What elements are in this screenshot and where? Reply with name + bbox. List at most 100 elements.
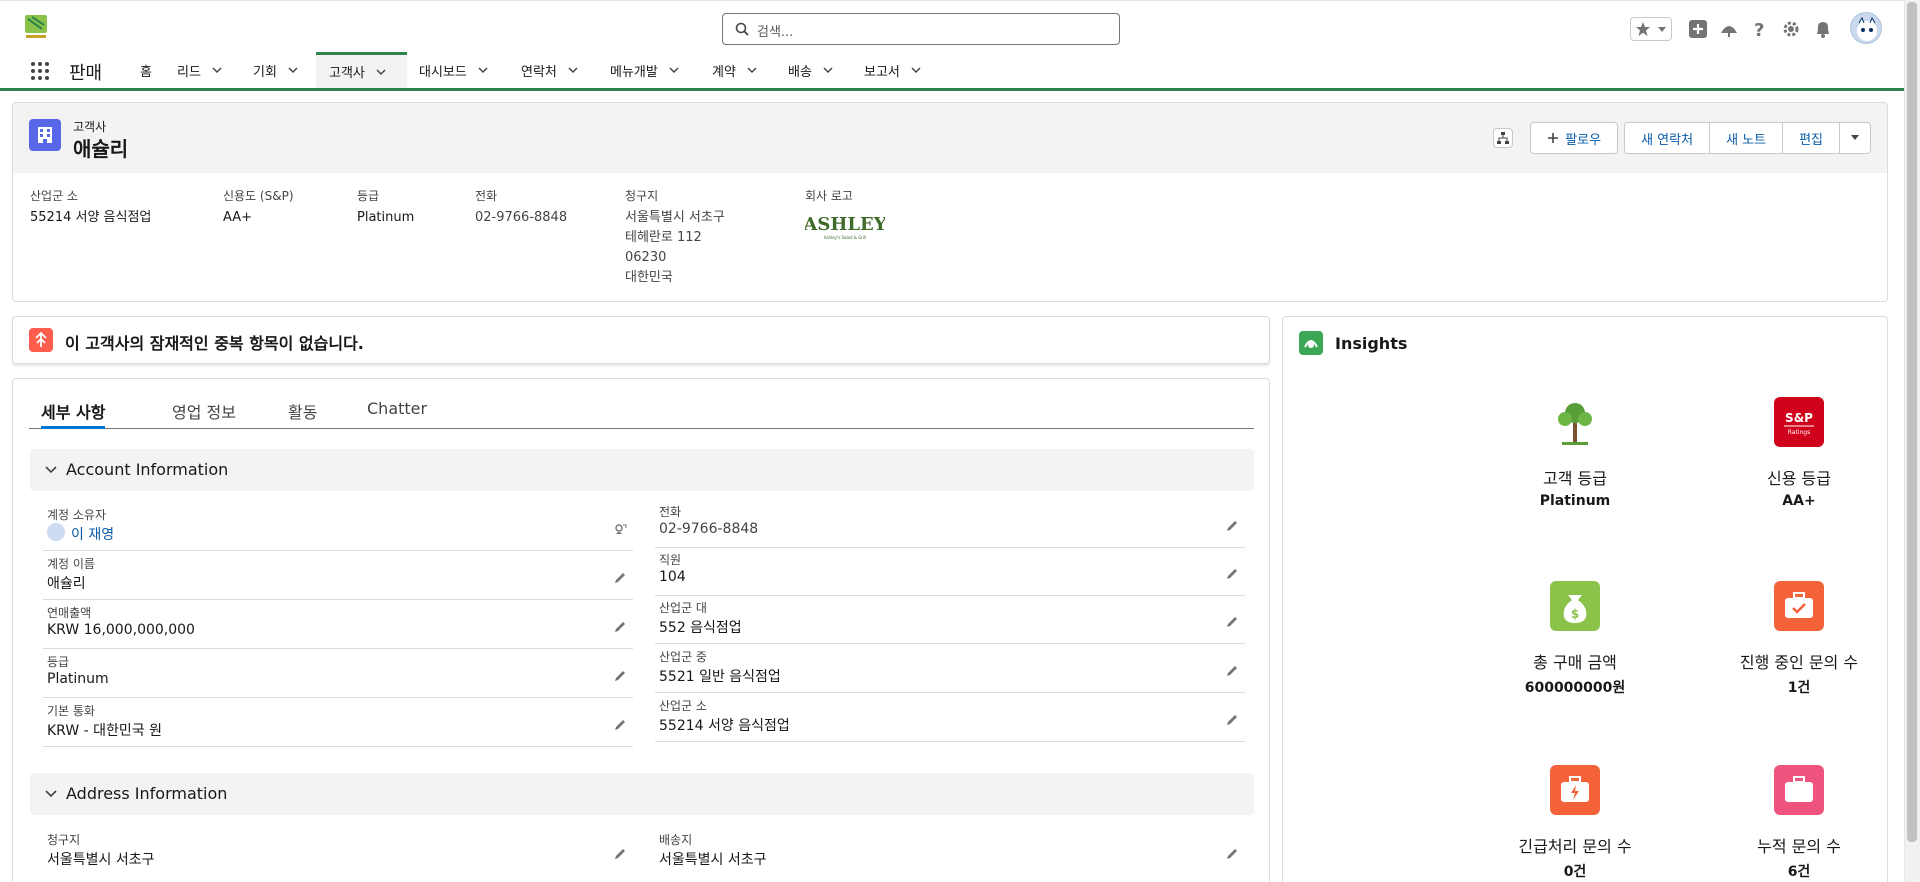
more-actions-button[interactable] xyxy=(1840,122,1871,154)
pencil-icon[interactable] xyxy=(613,620,627,634)
change-owner-icon[interactable] xyxy=(613,522,627,536)
nav-item-contacts[interactable]: 연락처 xyxy=(521,52,579,88)
pencil-icon[interactable] xyxy=(1225,847,1239,861)
bell-icon[interactable] xyxy=(1813,19,1833,39)
tab-activity[interactable]: 활동 xyxy=(288,399,317,429)
field-label: 계정 소유자 xyxy=(47,508,107,522)
nav-item-home[interactable]: 홈 xyxy=(140,52,152,88)
field-label: 배송지 xyxy=(659,833,693,847)
chevron-down-icon[interactable] xyxy=(375,66,387,78)
metric-label: 진행 중인 문의 수 xyxy=(1739,653,1859,672)
edit-button[interactable]: 편집 xyxy=(1783,122,1840,154)
duplicate-message: 이 고객사의 잠재적인 중복 항목이 없습니다. xyxy=(65,334,364,353)
chevron-down-icon[interactable] xyxy=(746,64,758,76)
pencil-icon[interactable] xyxy=(613,669,627,683)
tab-sales-info[interactable]: 영업 정보 xyxy=(172,399,236,429)
pencil-icon[interactable] xyxy=(1225,713,1239,727)
new-note-label: 새 노트 xyxy=(1726,132,1767,148)
field-value: 55214 서양 음식점업 xyxy=(659,718,790,734)
field-account-name: 계정 이름 애슐리 xyxy=(43,553,633,600)
field-label: 청구지 xyxy=(47,833,81,847)
nav-item-dashboards[interactable]: 대시보드 xyxy=(419,52,489,88)
nav-item-menu-dev[interactable]: 메뉴개발 xyxy=(610,52,680,88)
field-value: 서울특별시 서초구 xyxy=(659,852,767,868)
trailhead-icon[interactable] xyxy=(1719,19,1739,39)
pencil-icon[interactable] xyxy=(1225,567,1239,581)
nav-item-label: 리드 xyxy=(177,64,201,80)
duplicate-icon xyxy=(29,328,53,352)
global-create-icon[interactable] xyxy=(1688,19,1708,39)
field-billing-address: 청구지 서울특별시 서초구 xyxy=(43,829,633,876)
highlight-label: 산업군 소 xyxy=(30,189,78,203)
app-name: 판매 xyxy=(69,63,103,84)
tab-chatter[interactable]: Chatter xyxy=(367,399,427,429)
field-value: 애슐리 xyxy=(47,576,86,592)
owner-link[interactable]: 이 재영 xyxy=(71,524,114,544)
pencil-icon[interactable] xyxy=(613,718,627,732)
details-card: 세부 사항 영업 정보 활동 Chatter Account Informati… xyxy=(12,378,1270,882)
insights-icon xyxy=(1299,331,1323,355)
section-account-information[interactable]: Account Information xyxy=(30,449,1254,491)
metric-label: 고객 등급 xyxy=(1543,469,1607,488)
nav-item-contracts[interactable]: 계약 xyxy=(712,52,758,88)
tab-details[interactable]: 세부 사항 xyxy=(41,399,106,429)
logo-text: ASHLEY xyxy=(805,214,885,235)
org-logo-icon[interactable] xyxy=(22,13,50,41)
chevron-down-icon[interactable] xyxy=(477,64,489,76)
search-placeholder: 검색... xyxy=(757,25,794,40)
field-value: 5521 일반 음식점업 xyxy=(659,669,781,685)
favorites-button[interactable] xyxy=(1630,17,1672,41)
field-employees: 직원 104 xyxy=(655,549,1245,596)
chevron-down-icon[interactable] xyxy=(822,64,834,76)
metric-label: 신용 등급 xyxy=(1767,469,1831,488)
metric-open-cases: 진행 중인 문의 수 1건 xyxy=(1699,581,1899,697)
metric-value: 1건 xyxy=(1787,680,1811,696)
chevron-down-icon[interactable] xyxy=(668,64,680,76)
follow-button[interactable]: 팔로우 xyxy=(1530,122,1619,154)
field-value: KRW - 대한민국 원 xyxy=(47,723,162,739)
scrollbar-thumb[interactable] xyxy=(1907,2,1917,842)
highlight-value[interactable]: 02-9766-8848 xyxy=(475,208,567,228)
nav-item-shipping[interactable]: 배송 xyxy=(788,52,834,88)
page-scrollbar[interactable] xyxy=(1904,0,1920,882)
field-value[interactable]: 02-9766-8848 xyxy=(659,521,758,537)
nav-item-opportunities[interactable]: 기회 xyxy=(253,52,299,88)
sp-logo-text: S&P xyxy=(1785,411,1813,425)
chevron-down-icon[interactable] xyxy=(287,64,299,76)
field-industry-mid: 산업군 중 5521 일반 음식점업 xyxy=(655,646,1245,693)
gear-icon[interactable] xyxy=(1781,19,1801,39)
pencil-icon[interactable] xyxy=(613,571,627,585)
nav-item-accounts[interactable]: 고객사 xyxy=(316,52,407,88)
nav-item-label: 고객사 xyxy=(329,66,365,81)
nav-item-label: 기회 xyxy=(253,64,277,80)
record-header: 고객사 애슐리 팔로우 새 연락처 새 노트 편집 xyxy=(13,103,1887,173)
global-search-input[interactable]: 검색... xyxy=(722,13,1120,45)
new-note-button[interactable]: 새 노트 xyxy=(1710,122,1784,154)
new-contact-button[interactable]: 새 연락처 xyxy=(1624,122,1711,154)
field-label: 직원 xyxy=(659,553,682,567)
metric-value: 6건 xyxy=(1787,864,1811,880)
metric-label: 누적 문의 수 xyxy=(1757,837,1841,856)
nav-item-label: 대시보드 xyxy=(419,64,467,80)
chevron-down-icon[interactable] xyxy=(910,64,922,76)
user-avatar[interactable] xyxy=(1850,12,1882,44)
chevron-down-icon[interactable] xyxy=(567,64,579,76)
metric-label: 긴급처리 문의 수 xyxy=(1518,837,1632,856)
pencil-icon[interactable] xyxy=(1225,519,1239,533)
sp-logo-subtext: Ratings xyxy=(1788,429,1810,436)
plus-icon xyxy=(1548,133,1559,143)
pencil-icon[interactable] xyxy=(1225,615,1239,629)
record-highlights-panel: 고객사 애슐리 팔로우 새 연락처 새 노트 편집 산업군 소 55214 서양… xyxy=(12,102,1888,302)
help-icon[interactable]: ? xyxy=(1750,19,1770,39)
app-launcher-icon[interactable] xyxy=(30,61,50,81)
section-address-information[interactable]: Address Information xyxy=(30,773,1254,815)
org-chart-button[interactable] xyxy=(1493,128,1513,148)
nav-item-label: 배송 xyxy=(788,64,812,80)
pencil-icon[interactable] xyxy=(613,847,627,861)
chevron-down-icon[interactable] xyxy=(211,64,223,76)
nav-item-label: 보고서 xyxy=(864,64,900,80)
nav-item-leads[interactable]: 리드 xyxy=(177,52,223,88)
field-value: 서울특별시 서초구 xyxy=(47,852,155,868)
pencil-icon[interactable] xyxy=(1225,664,1239,678)
nav-item-reports[interactable]: 보고서 xyxy=(864,52,922,88)
